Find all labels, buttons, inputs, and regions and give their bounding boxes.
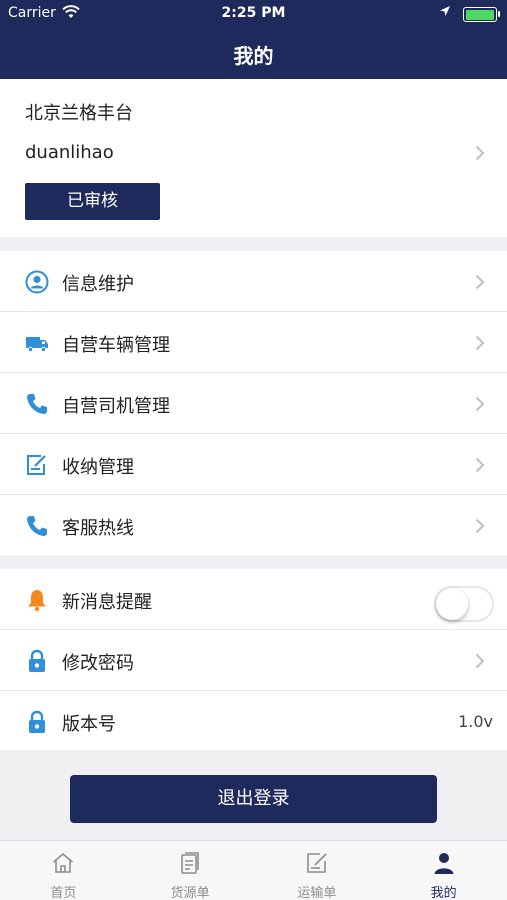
status-bar: Carrier 2:25 PM <box>0 0 507 28</box>
tab-bar: 首页 货源单 运输单 我的 <box>0 840 507 900</box>
page-title: 我的 <box>233 44 274 68</box>
home-icon <box>51 851 75 875</box>
menu-item-label: 信息维护 <box>62 274 134 295</box>
menu-item-label: 自营车辆管理 <box>62 335 170 356</box>
menu-item-label: 收纳管理 <box>62 457 134 478</box>
settings-item-change-password[interactable]: 修改密码 <box>0 630 507 691</box>
chevron-right-icon <box>475 335 485 351</box>
truck-icon <box>25 331 49 355</box>
company-name: 北京兰格丰台 <box>25 103 133 124</box>
edit-note-icon <box>25 453 49 477</box>
menu-item-storage-management[interactable]: 收纳管理 <box>0 434 507 495</box>
tab-label: 运输单 <box>297 886 337 900</box>
menu-list: 信息维护 自营车辆管理 自营司机管理 收纳管理 客服热线 <box>0 251 507 555</box>
chevron-right-icon <box>475 145 485 161</box>
version-value: 1.0v <box>458 712 493 731</box>
settings-item-notifications: 新消息提醒 <box>0 569 507 630</box>
settings-item-label: 修改密码 <box>62 653 134 674</box>
settings-item-version: 版本号 1.0v <box>0 691 507 752</box>
chevron-right-icon <box>475 274 485 290</box>
location-arrow-icon <box>439 5 451 20</box>
menu-item-vehicle-management[interactable]: 自营车辆管理 <box>0 312 507 373</box>
verified-status-badge: 已审核 <box>25 183 160 220</box>
chevron-right-icon <box>475 518 485 534</box>
menu-item-info-maintenance[interactable]: 信息维护 <box>0 251 507 312</box>
menu-item-label: 客服热线 <box>62 518 134 539</box>
lock-icon <box>25 649 49 673</box>
chevron-right-icon <box>475 457 485 473</box>
settings-item-label: 新消息提醒 <box>62 592 152 613</box>
menu-item-customer-hotline[interactable]: 客服热线 <box>0 495 507 556</box>
tab-label: 货源单 <box>170 886 210 900</box>
toggle-knob <box>436 588 468 620</box>
settings-list: 新消息提醒 修改密码 版本号 1.0v <box>0 569 507 750</box>
user-circle-icon <box>25 270 49 294</box>
tab-profile[interactable]: 我的 <box>380 841 507 900</box>
phone-icon <box>25 514 49 538</box>
phone-icon <box>25 392 49 416</box>
menu-item-label: 自营司机管理 <box>62 396 170 417</box>
tab-label: 首页 <box>50 886 77 900</box>
tab-cargo-orders[interactable]: 货源单 <box>127 841 254 900</box>
settings-item-label: 版本号 <box>62 714 116 735</box>
document-icon <box>178 851 202 875</box>
bell-icon <box>25 588 49 612</box>
logout-button[interactable]: 退出登录 <box>70 775 437 823</box>
chevron-right-icon <box>475 653 485 669</box>
chevron-right-icon <box>475 396 485 412</box>
battery-icon <box>463 7 500 22</box>
notifications-toggle[interactable] <box>434 586 494 622</box>
lock-icon <box>25 710 49 734</box>
status-time: 2:25 PM <box>221 5 286 21</box>
edit-document-icon <box>305 851 329 875</box>
profile-card[interactable]: 北京兰格丰台 duanlihao 已审核 <box>0 79 507 237</box>
tab-label: 我的 <box>430 886 457 900</box>
person-icon <box>432 851 456 875</box>
tab-transport-orders[interactable]: 运输单 <box>254 841 381 900</box>
tab-home[interactable]: 首页 <box>0 841 127 900</box>
username: duanlihao <box>25 142 114 163</box>
menu-item-driver-management[interactable]: 自营司机管理 <box>0 373 507 434</box>
navigation-bar: Carrier 2:25 PM 我的 <box>0 0 507 79</box>
